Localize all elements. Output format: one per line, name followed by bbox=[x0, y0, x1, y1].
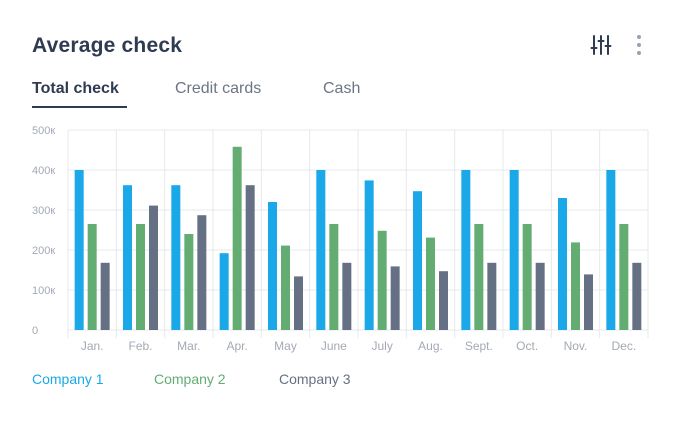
bar-company-3 bbox=[535, 262, 545, 330]
bar-company-3 bbox=[632, 262, 642, 330]
y-tick-label: 0 bbox=[32, 325, 38, 337]
bar-company-3 bbox=[390, 266, 400, 330]
bar-company-3 bbox=[197, 215, 207, 330]
legend-company-1[interactable]: Company 1 bbox=[32, 371, 104, 387]
bar-company-3 bbox=[149, 205, 158, 330]
more-vertical-icon[interactable] bbox=[626, 32, 652, 58]
y-tick-label: 100к bbox=[32, 285, 55, 297]
x-tick-label: Aug. bbox=[418, 339, 443, 353]
bar-company-2 bbox=[571, 242, 580, 330]
bar-company-1 bbox=[558, 198, 567, 330]
y-tick-label: 400к bbox=[32, 165, 55, 177]
tab-total-check[interactable]: Total check bbox=[32, 80, 119, 98]
tab-cash[interactable]: Cash bbox=[323, 80, 360, 98]
bar-company-1 bbox=[219, 253, 229, 330]
x-tick-label: Jan. bbox=[81, 339, 104, 353]
y-tick-label: 200к bbox=[32, 245, 55, 257]
bar-company-3 bbox=[487, 262, 497, 330]
bar-company-1 bbox=[364, 180, 374, 330]
x-tick-label: Feb. bbox=[128, 339, 152, 353]
bar-company-3 bbox=[584, 274, 593, 330]
bar-company-3 bbox=[294, 276, 303, 330]
card-title: Average check bbox=[32, 34, 183, 57]
bar-company-1 bbox=[268, 202, 277, 330]
bar-company-2 bbox=[281, 245, 290, 330]
bar-company-3 bbox=[439, 271, 448, 330]
bar-company-1 bbox=[606, 170, 616, 330]
y-tick-label: 500к bbox=[32, 125, 55, 137]
bar-company-2 bbox=[619, 224, 629, 330]
bar-company-1 bbox=[413, 191, 422, 330]
x-tick-label: May bbox=[274, 339, 297, 353]
bar-company-2 bbox=[522, 224, 532, 330]
bar-company-1 bbox=[316, 170, 326, 330]
bar-company-1 bbox=[74, 170, 84, 330]
bar-company-2 bbox=[87, 224, 97, 330]
legend-company-3[interactable]: Company 3 bbox=[279, 371, 351, 387]
x-tick-label: June bbox=[321, 339, 347, 353]
bar-company-2 bbox=[377, 230, 387, 330]
bar-company-3 bbox=[245, 185, 255, 330]
bar-company-2 bbox=[184, 234, 194, 330]
sliders-icon[interactable] bbox=[588, 32, 614, 58]
x-tick-label: Apr. bbox=[226, 339, 247, 353]
bar-company-1 bbox=[509, 170, 519, 330]
bar-company-2 bbox=[426, 237, 435, 330]
bar-company-2 bbox=[329, 224, 339, 330]
active-tab-underline bbox=[32, 106, 127, 108]
x-tick-label: July bbox=[371, 339, 392, 353]
bar-company-3 bbox=[342, 262, 352, 330]
card-header: Average check bbox=[32, 32, 648, 62]
x-tick-label: Dec. bbox=[611, 339, 636, 353]
bar-company-3 bbox=[100, 262, 110, 330]
bar-company-2 bbox=[474, 224, 484, 330]
x-tick-label: Mar. bbox=[177, 339, 200, 353]
bar-chart: 0 100к 200к 300к 400к 500к Jan. Feb. Mar. Apr. May… bbox=[32, 125, 649, 353]
x-tick-label: Nov. bbox=[564, 339, 588, 353]
bar-company-1 bbox=[123, 185, 132, 330]
bar-company-1 bbox=[461, 170, 471, 330]
average-check-card: Average check Total check Credit cards C… bbox=[0, 0, 680, 430]
bar-company-1 bbox=[171, 185, 181, 330]
tab-credit-cards[interactable]: Credit cards bbox=[175, 80, 261, 98]
x-tick-label: Oct. bbox=[516, 339, 538, 353]
y-tick-label: 300к bbox=[32, 205, 55, 217]
x-tick-label: Sept. bbox=[465, 339, 493, 353]
bar-company-2 bbox=[232, 146, 242, 330]
legend-company-2[interactable]: Company 2 bbox=[154, 371, 226, 387]
bar-company-2 bbox=[136, 224, 145, 330]
